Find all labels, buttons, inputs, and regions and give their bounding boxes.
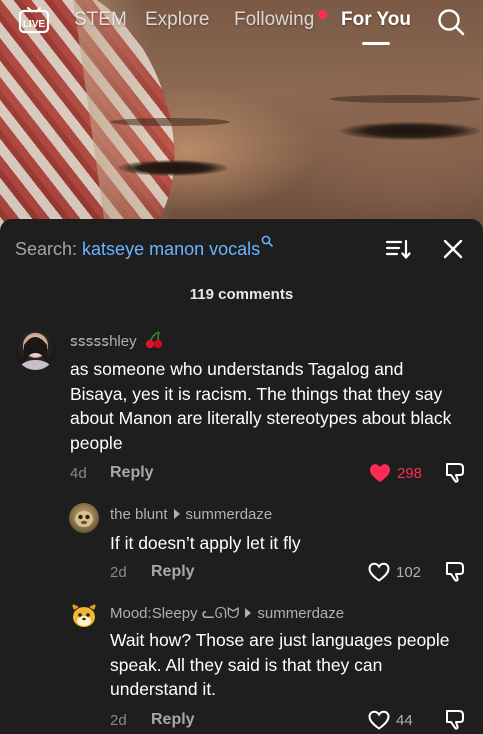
heart-icon[interactable]: [368, 562, 390, 582]
comments-panel: Search: katseye manon vocals 119 comment…: [0, 219, 483, 734]
search-mini-icon: [261, 235, 273, 247]
video-eye-left: [118, 160, 228, 176]
reply-arrow-icon: [173, 509, 180, 519]
reply-date: 2d: [110, 564, 127, 581]
nav-tab-following[interactable]: Following: [234, 9, 314, 31]
reply-button[interactable]: Reply: [151, 711, 195, 729]
search-prefix: Search:: [15, 239, 83, 259]
avatar[interactable]: [69, 503, 99, 533]
avatar[interactable]: [69, 600, 99, 630]
avatar[interactable]: [15, 329, 56, 370]
nav-tab-stem[interactable]: STEM: [74, 9, 127, 31]
heart-icon[interactable]: [368, 710, 390, 730]
active-tab-indicator: [362, 42, 390, 45]
comment-date: 4d: [70, 465, 87, 482]
live-tv-icon[interactable]: LIVE: [18, 7, 50, 35]
comment-text: as someone who understands Tagalog and B…: [70, 359, 452, 453]
reply-text: If it doesn’t apply let it fly: [110, 533, 301, 553]
search-suggestion[interactable]: Search: katseye manon vocals: [15, 235, 273, 260]
reply-text: Wait how? Those are just languages peopl…: [110, 630, 450, 699]
search-icon[interactable]: [436, 7, 466, 37]
top-nav: LIVE STEM Explore Following For You: [0, 0, 483, 52]
dislike-icon[interactable]: [444, 560, 466, 582]
nav-tab-for-you[interactable]: For You: [341, 9, 411, 31]
reply-username[interactable]: Mood:Sleepy ᓚᘏᗢ summerdaze: [110, 604, 344, 622]
reply-button[interactable]: Reply: [110, 464, 154, 482]
comments-header: Search: katseye manon vocals: [0, 219, 483, 279]
avatar-portrait: [19, 337, 52, 370]
avatar-portrait: [71, 603, 97, 627]
dislike-icon[interactable]: [444, 708, 466, 730]
dislike-icon[interactable]: [444, 461, 466, 483]
svg-text:LIVE: LIVE: [23, 19, 46, 30]
reply-to-username[interactable]: summerdaze: [186, 506, 273, 523]
reply-username[interactable]: the blunt summerdaze: [110, 506, 272, 523]
notification-dot: [318, 10, 327, 19]
comment-count: 119 comments: [189, 286, 294, 303]
nav-tab-explore[interactable]: Explore: [145, 9, 209, 31]
reply-date: 2d: [110, 712, 127, 729]
video-brow-left: [110, 118, 230, 126]
reply-button[interactable]: Reply: [151, 563, 195, 581]
avatar-portrait: [75, 511, 93, 527]
like-count: 44: [396, 712, 413, 729]
heart-icon[interactable]: [369, 463, 391, 483]
search-query-link[interactable]: katseye manon vocals: [82, 239, 260, 259]
like-count: 298: [397, 465, 423, 482]
comment-username[interactable]: ꜱꜱꜱꜱꜱhley: [70, 331, 164, 350]
video-eye-right: [340, 122, 480, 140]
sort-icon[interactable]: [385, 237, 411, 261]
reply-to-username[interactable]: summerdaze: [257, 605, 344, 622]
video-brow-right: [330, 95, 480, 103]
cherry-emoji: [145, 331, 162, 349]
close-icon[interactable]: [441, 237, 465, 261]
like-count: 102: [396, 564, 422, 581]
reply-arrow-icon: [245, 608, 252, 618]
